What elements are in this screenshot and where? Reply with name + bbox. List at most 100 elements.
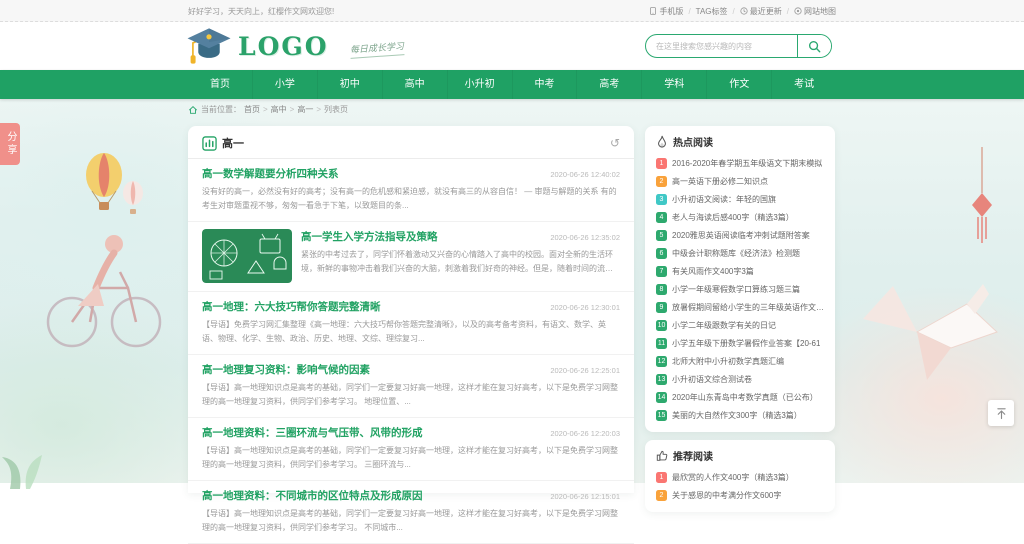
article-title[interactable]: 高一地理资料：不同城市的区位特点及形成原因 <box>202 488 423 503</box>
nav-item-xiaoshengchu[interactable]: 小升初 <box>447 70 512 99</box>
chalkboard-doodle-image <box>202 229 292 283</box>
topbar-link-sitemap[interactable]: 网站地图 <box>794 6 836 17</box>
topbar-link-tags[interactable]: TAG标签 <box>696 6 728 17</box>
hot-item[interactable]: 5 2020雅思英语阅读临考冲刺试题附答案 <box>656 226 824 244</box>
hot-item-link[interactable]: 老人与海读后感400字（精选3篇） <box>672 212 794 223</box>
welcome-text: 好好学习，天天向上，红樱作文网欢迎您! <box>188 6 334 17</box>
rank-badge: 1 <box>656 158 667 169</box>
breadcrumb: 当前位置： 首页 > 高中 > 高一 > 列表页 <box>188 104 348 115</box>
hot-item-link[interactable]: 美丽的大自然作文300字（精选3篇） <box>672 410 802 421</box>
article-summary: 【导语】高一地理知识点是高考的基础，同学们一定要复习好高一地理，这样才能在复习好… <box>202 507 620 535</box>
flame-icon <box>656 135 668 148</box>
hot-item-link[interactable]: 2016-2020年春学期五年级语文下期末模拟 <box>672 158 822 169</box>
hot-item[interactable]: 11小学五年级下册数学暑假作业答案【20-61 <box>656 334 824 352</box>
article-summary: 【导语】高一地理知识点是高考的基础，同学们一定要复习好高一地理，这样才能在复习好… <box>202 444 620 472</box>
nav-item-junior[interactable]: 初中 <box>317 70 382 99</box>
site-header: LOGO 每日成长学习 <box>0 22 1024 70</box>
article-list-panel: 高一 ↺ 高一数学解题要分析四种关系 2020-06-26 12:40:02 没… <box>188 126 634 493</box>
search-button[interactable] <box>797 35 831 57</box>
hot-reading-panel: 热点阅读 1 2016-2020年春学期五年级语文下期末模拟 2高一英语下册必修二… <box>645 126 835 432</box>
nav-item-senior[interactable]: 高中 <box>382 70 447 99</box>
hot-item-link[interactable]: 2020年山东青岛中考数学真题（已公布） <box>672 392 818 403</box>
rank-badge: 10 <box>656 320 667 331</box>
article-summary: 【导语】免费学习网汇集整理《高一地理：六大技巧帮你答题完整清晰》，以及的高考备考… <box>202 318 620 346</box>
hot-item-link[interactable]: 小升初语文阅读：年轻的国旗 <box>672 194 776 205</box>
recommend-item[interactable]: 1最欣赏的人作文400字（精选3篇） <box>656 468 824 486</box>
breadcrumb-separator: > <box>316 105 321 114</box>
article-summary: 没有好的高一，必然没有好的高考；没有高一的危机感和紧迫感，就没有高三的从容自信！… <box>202 185 620 213</box>
article-title[interactable]: 高一数学解题要分析四种关系 <box>202 166 339 181</box>
hot-item[interactable]: 1 2016-2020年春学期五年级语文下期末模拟 <box>656 154 824 172</box>
article-date: 2020-06-26 12:40:02 <box>542 170 620 179</box>
hot-item[interactable]: 2高一英语下册必修二知识点 <box>656 172 824 190</box>
map-pin-icon <box>794 7 802 15</box>
article-title[interactable]: 高一地理资料：三圈环流与气压带、风带的形成 <box>202 425 423 440</box>
recommend-item-link[interactable]: 关于感恩的中考满分作文600字 <box>672 490 781 501</box>
hot-item-link[interactable]: 小升初语文综合测试卷 <box>672 374 752 385</box>
hot-item[interactable]: 8小学一年级寒假数学口算练习题三篇 <box>656 280 824 298</box>
paper-crane-illustration <box>855 274 1005 394</box>
hot-item-link[interactable]: 放暑假期间留给小学生的三年级英语作文范文 <box>672 302 824 313</box>
logo-text: LOGO <box>238 32 328 61</box>
rank-badge: 2 <box>656 490 667 501</box>
clock-icon <box>740 7 748 15</box>
hot-item-link[interactable]: 小学一年级寒假数学口算练习题三篇 <box>672 284 800 295</box>
rank-badge: 4 <box>656 212 667 223</box>
nav-item-essay[interactable]: 作文 <box>706 70 771 99</box>
breadcrumb-prefix: 当前位置： <box>201 104 241 115</box>
recommend-item[interactable]: 2 关于感恩的中考满分作文600字 <box>656 486 824 504</box>
hot-item-link[interactable]: 小学二年级跟数学有关的日记 <box>672 320 776 331</box>
article-title[interactable]: 高一学生入学方法指导及策略 <box>301 229 438 244</box>
hot-item[interactable]: 13 小升初语文综合测试卷 <box>656 370 824 388</box>
nav-item-subjects[interactable]: 学科 <box>641 70 706 99</box>
hot-item-link[interactable]: 2020雅思英语阅读临考冲刺试题附答案 <box>672 230 810 241</box>
nav-item-zhongkao[interactable]: 中考 <box>512 70 577 99</box>
recommend-item-link[interactable]: 最欣赏的人作文400字（精选3篇） <box>672 472 794 483</box>
hot-item[interactable]: 10 小学二年级跟数学有关的日记 <box>656 316 824 334</box>
breadcrumb-grade1[interactable]: 高一 <box>297 104 313 115</box>
rank-badge: 5 <box>656 230 667 241</box>
phone-icon <box>649 7 657 15</box>
rank-badge: 13 <box>656 374 667 385</box>
nav-item-home[interactable]: 首页 <box>188 70 252 99</box>
search-box <box>645 34 832 58</box>
topbar-link-mobile[interactable]: 手机版 <box>649 6 683 17</box>
hot-item-link[interactable]: 有关风雨作文400字3篇 <box>672 266 754 277</box>
hot-item[interactable]: 7有关风雨作文400字3篇 <box>656 262 824 280</box>
sidebar: 热点阅读 12016-2020年春学期五年级语文下期末模拟 2高一英语下册必修二… <box>645 126 835 520</box>
article-date: 2020-06-26 12:25:01 <box>542 366 620 375</box>
nav-item-primary[interactable]: 小学 <box>252 70 317 99</box>
search-input[interactable] <box>646 35 797 57</box>
hot-item[interactable]: 142020年山东青岛中考数学真题（已公布） <box>656 388 824 406</box>
hot-reading-list: 1 2016-2020年春学期五年级语文下期末模拟 2高一英语下册必修二知识点 3… <box>656 154 824 424</box>
article-item: 高一地理资料：三圈环流与气压带、风带的形成 2020-06-26 12:20:0… <box>188 418 634 481</box>
search-icon <box>808 40 821 53</box>
topbar: 好好学习，天天向上，红樱作文网欢迎您! 手机版 / TAG标签 / 最近更新 /… <box>0 0 1024 22</box>
hot-item[interactable]: 4 老人与海读后感400字（精选3篇） <box>656 208 824 226</box>
article-item: 高一地理：六大技巧帮你答题完整清晰 2020-06-26 12:30:01 【导… <box>188 292 634 355</box>
topbar-link-recent[interactable]: 最近更新 <box>740 6 782 17</box>
article-title[interactable]: 高一地理复习资料：影响气候的因素 <box>202 362 370 377</box>
hot-reading-title: 热点阅读 <box>673 134 713 149</box>
nav-item-gaokao[interactable]: 高考 <box>576 70 641 99</box>
hot-item[interactable]: 12北师大附中小升初数学真题汇编 <box>656 352 824 370</box>
hot-item-link[interactable]: 北师大附中小升初数学真题汇编 <box>672 356 784 367</box>
back-to-top-button[interactable] <box>988 400 1014 426</box>
hot-item-link[interactable]: 中级会计职称题库《经济法》检测题 <box>672 248 800 259</box>
hot-item[interactable]: 15 美丽的大自然作文300字（精选3篇） <box>656 406 824 424</box>
hot-item-link[interactable]: 高一英语下册必修二知识点 <box>672 176 768 187</box>
hot-item[interactable]: 6中级会计职称题库《经济法》检测题 <box>656 244 824 262</box>
nav-item-exam[interactable]: 考试 <box>771 70 836 99</box>
breadcrumb-home[interactable]: 首页 <box>244 104 260 115</box>
hot-item[interactable]: 9放暑假期间留给小学生的三年级英语作文范文 <box>656 298 824 316</box>
refresh-icon[interactable]: ↺ <box>610 137 620 149</box>
breadcrumb-senior[interactable]: 高中 <box>271 104 287 115</box>
rank-badge: 15 <box>656 410 667 421</box>
hot-item[interactable]: 3小升初语文阅读：年轻的国旗 <box>656 190 824 208</box>
article-thumbnail[interactable] <box>202 229 292 283</box>
hot-item-link[interactable]: 小学五年级下册数学暑假作业答案【20-61 <box>672 338 820 349</box>
site-logo[interactable]: LOGO 每日成长学习 <box>186 25 405 67</box>
topbar-separator: / <box>733 7 735 16</box>
share-tab[interactable]: 分享 <box>0 123 20 165</box>
article-title[interactable]: 高一地理：六大技巧帮你答题完整清晰 <box>202 299 381 314</box>
